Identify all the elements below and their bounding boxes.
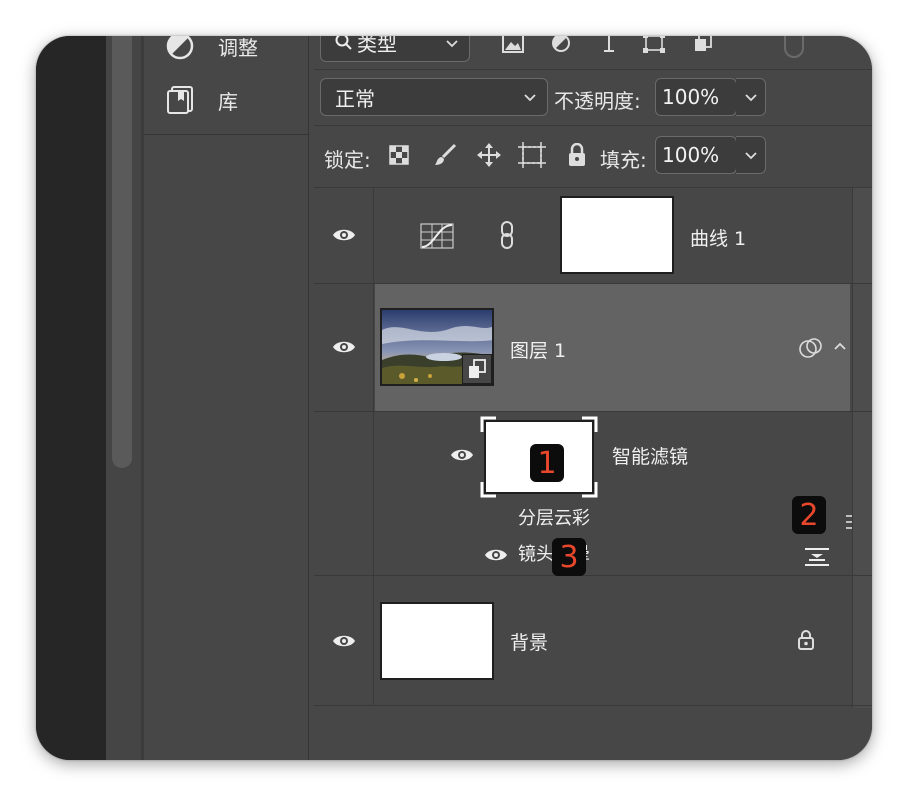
layer-thumbnail[interactable] (380, 602, 494, 680)
curves-adjustment-icon (420, 222, 454, 250)
filter-blending-options-icon[interactable] (804, 546, 830, 568)
layer-name[interactable]: 图层 1 (510, 336, 566, 363)
filter-name[interactable]: 分层云彩 (518, 504, 590, 530)
lock-transparent-pixels-icon[interactable] (388, 144, 410, 166)
layer-name[interactable]: 背景 (510, 628, 548, 655)
eye-icon[interactable] (332, 226, 356, 244)
eye-icon[interactable] (450, 446, 474, 464)
dock-item-label: 调整 (218, 36, 258, 60)
smart-object-thumbnail[interactable] (380, 308, 494, 386)
dock-divider (144, 134, 309, 135)
lock-label: 锁定: (324, 148, 371, 172)
lock-artboard-icon[interactable] (518, 142, 546, 168)
blending-options-icon[interactable] (842, 512, 856, 532)
lock-all-icon[interactable] (566, 142, 588, 168)
layer-row-selected[interactable]: 图层 1 (314, 284, 872, 412)
photoshop-window: 调整 库 类型 正常 不透明度: 100% 锁定: 填充: 100% 曲线 1 … (36, 36, 872, 760)
visibility-column (314, 284, 374, 411)
blend-mode-select[interactable]: 正常 (320, 78, 548, 116)
eye-icon[interactable] (332, 632, 356, 650)
eye-icon[interactable] (332, 338, 356, 356)
visibility-column (314, 188, 374, 283)
dock-scrollbar[interactable] (112, 36, 132, 468)
layer-name[interactable]: 曲线 1 (690, 224, 746, 251)
adjustment-filter-icon[interactable] (550, 36, 572, 54)
type-filter-icon[interactable] (598, 36, 620, 54)
blend-mode-value: 正常 (335, 86, 375, 111)
layer-row[interactable]: 背景 (314, 576, 872, 706)
visibility-column (314, 412, 374, 575)
lock-position-icon[interactable] (476, 142, 502, 168)
search-icon (335, 36, 352, 50)
dock-item-adjustments[interactable]: 调整 (144, 36, 309, 66)
dock-item-label: 库 (218, 89, 238, 114)
chevron-up-icon[interactable] (832, 338, 848, 354)
chevron-down-icon (745, 94, 757, 102)
fill-dropdown[interactable] (736, 136, 766, 174)
lock-image-pixels-icon[interactable] (432, 142, 458, 168)
smart-object-badge-icon (462, 354, 492, 384)
opacity-dropdown[interactable] (736, 78, 766, 116)
library-icon (164, 84, 196, 116)
filter-toggle-switch[interactable] (784, 36, 804, 58)
layer-row[interactable]: 曲线 1 (314, 188, 872, 284)
link-icon[interactable] (496, 220, 518, 250)
fill-label: 填充: (600, 148, 647, 172)
opacity-input[interactable]: 100% (655, 78, 737, 116)
smart-filter-icon[interactable] (798, 336, 824, 360)
callout-badge-3: 3 (552, 538, 586, 576)
layer-mask-thumbnail[interactable] (560, 196, 674, 274)
canvas-area (36, 36, 106, 760)
dock-item-library[interactable]: 库 (144, 80, 309, 120)
smart-object-filter-icon[interactable] (692, 36, 714, 54)
visibility-column (314, 576, 374, 705)
chevron-down-icon (524, 94, 536, 102)
eye-icon[interactable] (484, 546, 508, 564)
filter-row: 类型 (314, 36, 872, 70)
chevron-down-icon (446, 40, 458, 48)
smart-filter-name[interactable]: 智能滤镜 (612, 442, 688, 469)
callout-badge-1: 1 (530, 444, 564, 482)
fill-input[interactable]: 100% (655, 136, 737, 174)
panel-dock: 调整 库 (144, 36, 309, 760)
pixel-filter-icon[interactable] (502, 36, 524, 54)
layers-panel: 类型 正常 不透明度: 100% 锁定: 填充: 100% 曲线 1 图层 1 … (314, 36, 872, 760)
filter-type-label: 类型 (357, 36, 397, 56)
blend-row: 正常 不透明度: 100% (314, 70, 872, 126)
smart-filters-group: 智能滤镜 分层云彩 镜头光晕 (314, 412, 872, 576)
lock-icon[interactable] (796, 628, 816, 652)
callout-badge-2: 2 (792, 496, 826, 534)
opacity-label: 不透明度: (554, 89, 641, 113)
chevron-down-icon (745, 152, 757, 160)
shape-filter-icon[interactable] (642, 36, 666, 54)
adjustments-icon (164, 36, 196, 62)
filter-type-select[interactable]: 类型 (320, 36, 470, 62)
lock-row: 锁定: 填充: 100% (314, 126, 872, 188)
